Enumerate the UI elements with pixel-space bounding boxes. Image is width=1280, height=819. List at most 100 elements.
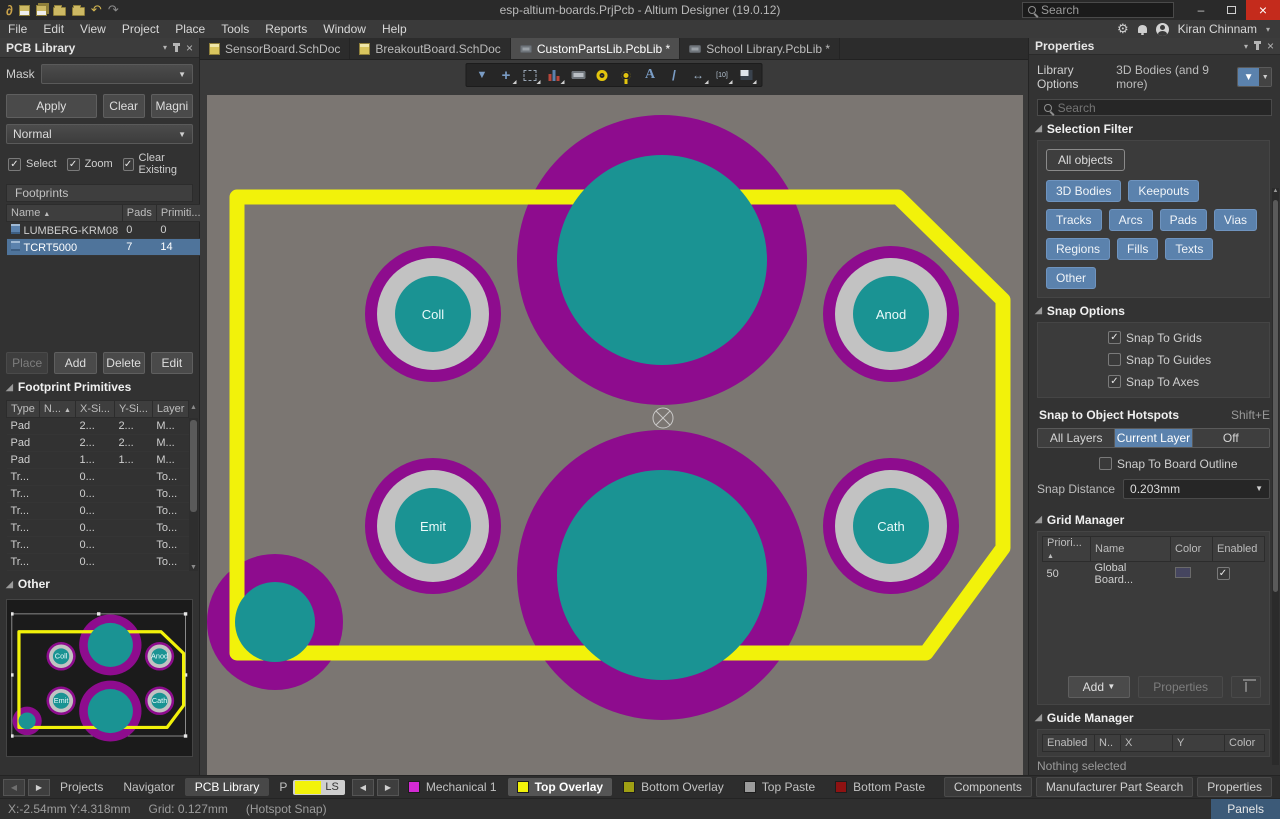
user-avatar[interactable]	[1156, 23, 1169, 36]
panel-tabs-scroll-left-icon[interactable]: ◀	[3, 779, 25, 796]
panel-close-icon[interactable]: ×	[1267, 39, 1274, 53]
filter-chip-3d-bodies[interactable]: 3D Bodies	[1046, 180, 1121, 202]
selection-filter-section[interactable]: ◢ Selection Filter	[1029, 116, 1280, 140]
panel-menu-icon[interactable]: ▾	[1244, 42, 1248, 51]
place-line-icon[interactable]: /	[663, 65, 686, 85]
clear-button[interactable]: Clear	[103, 94, 145, 118]
snap-options-section[interactable]: ◢ Snap Options	[1029, 298, 1280, 322]
properties-search-input[interactable]	[1058, 101, 1265, 115]
pcb-workarea[interactable]: ▼ + A / ↔ [10]	[200, 60, 1028, 775]
prim-col-name[interactable]: N... ▲	[39, 401, 75, 418]
prim-col-type[interactable]: Type	[7, 401, 40, 418]
layer-tab-top-paste[interactable]: Top Paste	[735, 778, 824, 796]
menu-place[interactable]: Place	[167, 20, 213, 38]
minimize-button[interactable]: –	[1186, 0, 1216, 20]
primitive-row[interactable]: Tr...0...To...	[7, 503, 189, 520]
place-component-icon[interactable]	[567, 65, 590, 85]
guide-col-enabled[interactable]: Enabled	[1043, 734, 1095, 751]
primitive-row[interactable]: Tr...0...To...	[7, 554, 189, 571]
user-menu-chevron-icon[interactable]: ▾	[1266, 25, 1270, 34]
filter-chip-fills[interactable]: Fills	[1117, 238, 1158, 260]
filter-chip-pads[interactable]: Pads	[1160, 209, 1207, 231]
delete-button[interactable]: Delete	[103, 352, 145, 374]
primitive-row[interactable]: Pad2...2...M...	[7, 418, 189, 435]
mode-dropdown[interactable]: Normal ▼	[6, 124, 193, 144]
bar-chart-icon[interactable]	[543, 65, 566, 85]
snap-to-guides-checkbox[interactable]: Snap To Guides	[1108, 353, 1261, 367]
primitives-scrollbar[interactable]: ▲ ▼	[189, 418, 198, 571]
primitive-row[interactable]: Tr...0...To...	[7, 469, 189, 486]
filter-chip-texts[interactable]: Texts	[1165, 238, 1213, 260]
guide-col-color[interactable]: Color	[1225, 734, 1265, 751]
place-button[interactable]: Place	[6, 352, 48, 374]
panel-tabs-scroll-right-icon[interactable]: ▶	[28, 779, 50, 796]
dropdown-arrow-icon[interactable]: ▼	[1259, 67, 1271, 87]
grid-col-name[interactable]: Name	[1091, 536, 1171, 561]
edit-button[interactable]: Edit	[151, 352, 193, 374]
room-icon[interactable]	[735, 65, 758, 85]
panel-tab-pcb-library[interactable]: PCB Library	[185, 778, 270, 796]
mask-dropdown[interactable]: ▼	[41, 64, 193, 84]
primitive-row[interactable]: Pad2...2...M...	[7, 435, 189, 452]
filter-chip-other[interactable]: Other	[1046, 267, 1096, 289]
undo-icon[interactable]: ↶	[91, 2, 102, 18]
tab-components[interactable]: Components	[944, 777, 1032, 797]
footprint-row-selected[interactable]: TCRT5000 7 14	[7, 239, 206, 256]
footprints-col-prims[interactable]: Primiti...	[156, 205, 205, 222]
properties-scrollbar[interactable]: ▲	[1272, 188, 1279, 765]
clear-existing-checkbox[interactable]: ✓ Clear Existing	[123, 152, 193, 176]
primitive-row[interactable]: Pad1...1...M...	[7, 452, 189, 469]
save-all-icon[interactable]	[36, 5, 47, 16]
apply-button[interactable]: Apply	[6, 94, 97, 118]
magnify-button[interactable]: Magni	[151, 94, 193, 118]
layer-tab-top-solder[interactable]: Top Solder	[936, 778, 944, 796]
tab-custompartslib[interactable]: CustomPartsLib.PcbLib *	[511, 38, 680, 59]
layer-tab-bottom-overlay[interactable]: Bottom Overlay	[614, 778, 733, 796]
close-button[interactable]: ×	[1246, 0, 1280, 20]
grid-col-priority[interactable]: Priori... ▲	[1043, 536, 1091, 561]
prim-col-y[interactable]: Y-Si...	[114, 401, 152, 418]
menu-edit[interactable]: Edit	[35, 20, 72, 38]
scope-label[interactable]: 3D Bodies (and 9 more)	[1116, 63, 1231, 91]
grid-properties-button[interactable]: Properties	[1138, 676, 1223, 698]
global-search[interactable]: Search	[1022, 2, 1174, 18]
menu-help[interactable]: Help	[374, 20, 415, 38]
other-section[interactable]: ◢ Other	[0, 571, 199, 595]
primitive-row[interactable]: Tr...0...To...	[7, 520, 189, 537]
place-pad-icon[interactable]	[591, 65, 614, 85]
scroll-up-icon[interactable]: ▲	[189, 404, 198, 411]
grid-col-enabled[interactable]: Enabled	[1213, 536, 1265, 561]
grid-col-color[interactable]: Color	[1171, 536, 1213, 561]
tab-properties[interactable]: Properties	[1197, 777, 1272, 797]
tab-breakoutboard[interactable]: BreakoutBoard.SchDoc	[350, 38, 510, 59]
grid-add-button[interactable]: Add ▼	[1068, 676, 1131, 698]
grid-row[interactable]: 50 Global Board... ✓	[1043, 561, 1265, 586]
panel-tab-projects[interactable]: Projects	[50, 778, 113, 796]
panel-tab-navigator[interactable]: Navigator	[113, 778, 184, 796]
filter-chip-regions[interactable]: Regions	[1046, 238, 1110, 260]
tab-sensorboard[interactable]: SensorBoard.SchDoc	[200, 38, 350, 59]
redo-icon[interactable]: ↷	[108, 2, 119, 18]
filter-chip-vias[interactable]: Vias	[1214, 209, 1257, 231]
filter-chip-keepouts[interactable]: Keepouts	[1128, 180, 1199, 202]
guide-manager-section[interactable]: ◢ Guide Manager	[1029, 705, 1280, 729]
panel-pin-icon[interactable]	[1256, 42, 1259, 50]
snap-to-axes-checkbox[interactable]: ✓ Snap To Axes	[1108, 375, 1261, 389]
open-project-icon[interactable]	[72, 7, 85, 16]
filter-chip-arcs[interactable]: Arcs	[1109, 209, 1153, 231]
menu-project[interactable]: Project	[114, 20, 167, 38]
layer-tab-top-overlay[interactable]: Top Overlay	[508, 778, 612, 796]
scroll-up-icon[interactable]: ▲	[1272, 188, 1279, 194]
checkbox-checked-icon[interactable]: ✓	[1217, 567, 1230, 580]
off-button[interactable]: Off	[1193, 429, 1269, 447]
select-checkbox[interactable]: ✓ Select	[8, 152, 57, 176]
scope-filter-button[interactable]: ▼ ▼	[1237, 67, 1272, 87]
user-name[interactable]: Kiran Chinnam	[1178, 22, 1257, 36]
all-layers-button[interactable]: All Layers	[1038, 429, 1115, 447]
footprint-primitives-section[interactable]: ◢ Footprint Primitives	[0, 374, 199, 398]
prim-col-layer[interactable]: Layer	[152, 401, 189, 418]
layer-tab-mechanical-1[interactable]: Mechanical 1	[399, 778, 506, 796]
grid-delete-button[interactable]	[1231, 676, 1261, 698]
primitive-row[interactable]: Tr...0...To...	[7, 537, 189, 554]
pad-corner-hole[interactable]	[235, 582, 315, 662]
